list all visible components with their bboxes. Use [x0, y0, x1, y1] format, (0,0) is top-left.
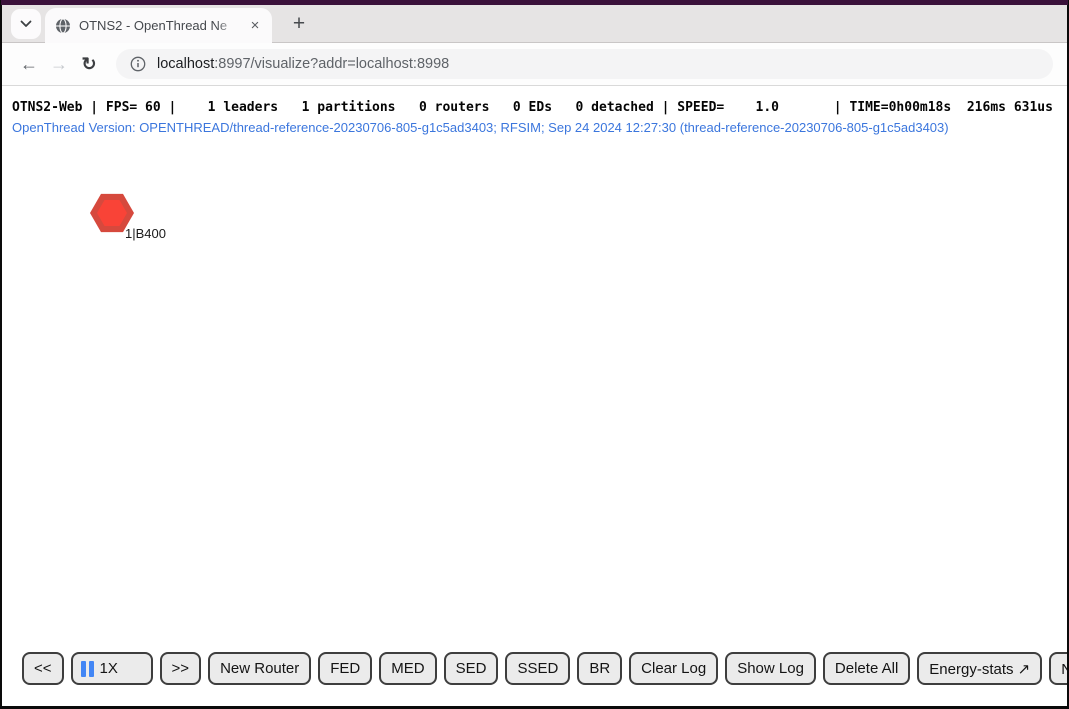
globe-favicon-icon: [55, 18, 71, 34]
node-stats-label: Node-stats ↗: [1061, 660, 1067, 678]
delete-all-button[interactable]: Delete All: [823, 652, 910, 685]
reload-icon: ↻: [81, 54, 96, 74]
pause-icon: [81, 661, 95, 677]
speed-label: 1X: [100, 660, 118, 677]
fast-forward-button[interactable]: >>: [160, 652, 202, 685]
node-leader[interactable]: 1|B400: [88, 192, 168, 242]
energy-stats-button[interactable]: Energy-stats ↗: [917, 652, 1042, 685]
simulator-canvas: OTNS2-Web | FPS= 60 | 1 leaders 1 partit…: [2, 86, 1067, 706]
status-line: OTNS2-Web | FPS= 60 | 1 leaders 1 partit…: [12, 100, 1053, 115]
url-host: localhost: [157, 56, 214, 72]
tab-strip: OTNS2 - OpenThread Ne × +: [2, 5, 1067, 43]
clear-log-button[interactable]: Clear Log: [629, 652, 718, 685]
new-router-button[interactable]: New Router: [208, 652, 311, 685]
show-log-label: Show Log: [737, 660, 804, 677]
node-stats-button[interactable]: Node-stats ↗: [1049, 652, 1067, 685]
tab-title-wrap: OTNS2 - OpenThread Ne: [79, 17, 242, 34]
new-router-label: New Router: [220, 660, 299, 677]
sed-button[interactable]: SED: [444, 652, 499, 685]
fed-label: FED: [330, 660, 360, 677]
fast-forward-label: >>: [172, 660, 190, 677]
med-label: MED: [391, 660, 424, 677]
address-bar-row: ← → ↻ localhost:8997/visualize?addr=loca…: [2, 43, 1067, 86]
clear-log-label: Clear Log: [641, 660, 706, 677]
speed-button[interactable]: 1X: [71, 652, 153, 685]
url-path: :8997/visualize?addr=localhost:8998: [214, 56, 449, 72]
ssed-button[interactable]: SSED: [505, 652, 570, 685]
tab-close-button[interactable]: ×: [246, 17, 264, 35]
forward-button[interactable]: →: [44, 55, 74, 73]
action-toolbar: << 1X >> New Router FED MED SED SSED BR …: [22, 652, 1067, 685]
browser-tab[interactable]: OTNS2 - OpenThread Ne ×: [45, 8, 272, 43]
forward-icon: →: [50, 54, 68, 74]
rewind-label: <<: [34, 660, 52, 677]
node-label: 1|B400: [125, 226, 166, 241]
browser-window: OTNS2 - OpenThread Ne × + ← → ↻ localhos…: [2, 5, 1067, 706]
sed-label: SED: [456, 660, 487, 677]
tab-search-button[interactable]: [11, 9, 41, 39]
br-label: BR: [589, 660, 610, 677]
reload-button[interactable]: ↻: [74, 55, 104, 73]
back-button[interactable]: ←: [14, 55, 44, 73]
delete-all-label: Delete All: [835, 660, 898, 677]
show-log-button[interactable]: Show Log: [725, 652, 816, 685]
url-input[interactable]: localhost:8997/visualize?addr=localhost:…: [116, 49, 1053, 79]
tab-title: OTNS2 - OpenThread Ne: [79, 18, 227, 33]
info-icon[interactable]: [130, 56, 146, 72]
plus-icon: +: [293, 12, 305, 36]
rewind-button[interactable]: <<: [22, 652, 64, 685]
back-icon: ←: [20, 54, 38, 74]
br-button[interactable]: BR: [577, 652, 622, 685]
ssed-label: SSED: [517, 660, 558, 677]
url-text: localhost:8997/visualize?addr=localhost:…: [157, 56, 449, 72]
version-line: OpenThread Version: OPENTHREAD/thread-re…: [12, 120, 949, 135]
fed-button[interactable]: FED: [318, 652, 372, 685]
close-icon: ×: [251, 17, 260, 34]
chevron-down-icon: [20, 15, 32, 33]
new-tab-button[interactable]: +: [286, 11, 312, 37]
med-button[interactable]: MED: [379, 652, 436, 685]
energy-stats-label: Energy-stats ↗: [929, 660, 1030, 678]
